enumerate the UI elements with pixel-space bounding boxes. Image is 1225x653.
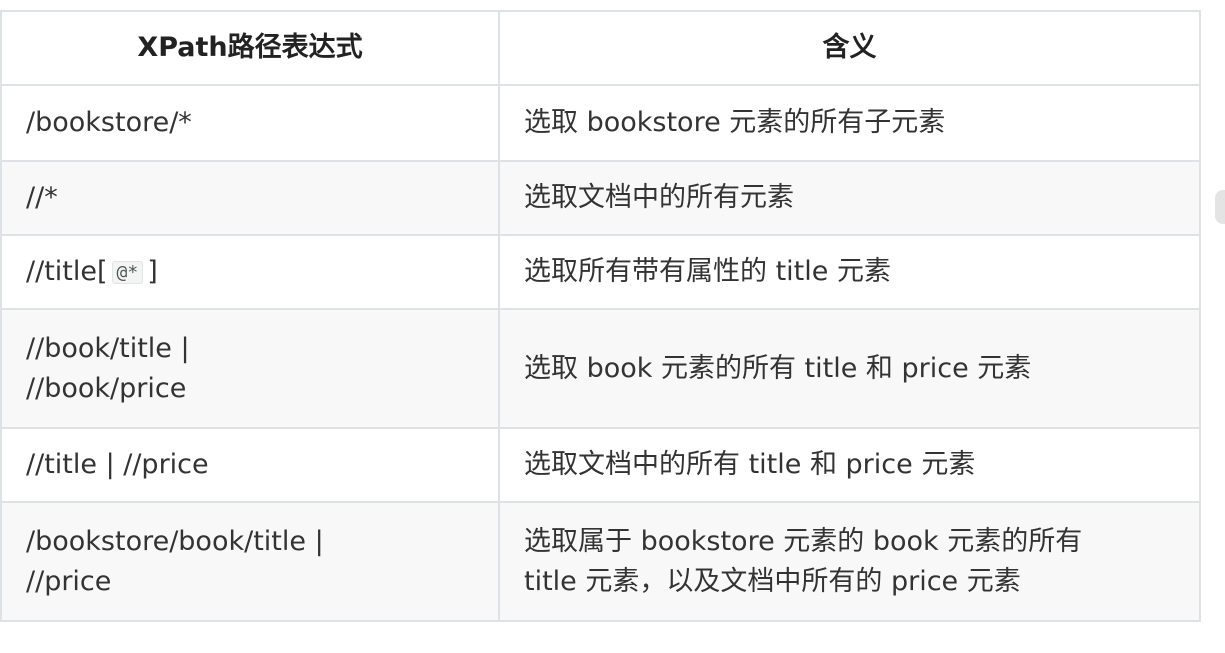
table-row: //* 选取文档中的所有元素	[0, 160, 1201, 236]
meaning-cell: 选取文档中的所有 title 和 price 元素	[498, 427, 1201, 503]
meaning-cell: 选取属于 bookstore 元素的 book 元素的所有 title 元素，以及…	[498, 501, 1201, 622]
path-cell: /bookstore/book/title | //price	[0, 501, 500, 622]
path-cell: //book/title | //book/price	[0, 308, 500, 429]
table-row: //book/title | //book/price 选取 book 元素的所有…	[0, 308, 1201, 429]
table-row: //title | //price 选取文档中的所有 title 和 price…	[0, 427, 1201, 503]
path-cell: /bookstore/*	[0, 84, 500, 162]
table-row: /bookstore/book/title | //price 选取属于 book…	[0, 501, 1201, 622]
meaning-cell: 选取 book 元素的所有 title 和 price 元素	[498, 308, 1201, 429]
path-cell: //*	[0, 160, 500, 236]
meaning-cell: 选取所有带有属性的 title 元素	[498, 234, 1201, 310]
side-scroll-tab[interactable]	[1215, 190, 1225, 224]
meaning-cell: 选取 bookstore 元素的所有子元素	[498, 84, 1201, 162]
meaning-cell: 选取文档中的所有元素	[498, 160, 1201, 236]
xpath-expression-table: XPath路径表达式 含义 /bookstore/* 选取 bookstore …	[0, 10, 1201, 622]
path-prefix: //title[	[26, 255, 108, 287]
path-cell: //title[@*]	[0, 234, 500, 310]
table-header-row: XPath路径表达式 含义	[0, 10, 1201, 86]
path-line: //price	[26, 565, 112, 597]
page: XPath路径表达式 含义 /bookstore/* 选取 bookstore …	[0, 0, 1225, 653]
meaning-line: title 元素，以及文档中所有的 price 元素	[524, 565, 1021, 597]
path-suffix: ]	[147, 255, 158, 287]
path-line: //book/title |	[26, 332, 190, 364]
table-row: /bookstore/* 选取 bookstore 元素的所有子元素	[0, 84, 1201, 162]
inline-code: @*	[111, 260, 144, 284]
column-header-meaning: 含义	[498, 10, 1201, 86]
column-header-path: XPath路径表达式	[0, 10, 500, 86]
table-row: //title[@*] 选取所有带有属性的 title 元素	[0, 234, 1201, 310]
path-cell: //title | //price	[0, 427, 500, 503]
path-line: /bookstore/book/title |	[26, 525, 324, 557]
path-line: //book/price	[26, 372, 187, 404]
meaning-line: 选取属于 bookstore 元素的 book 元素的所有	[524, 525, 1083, 557]
